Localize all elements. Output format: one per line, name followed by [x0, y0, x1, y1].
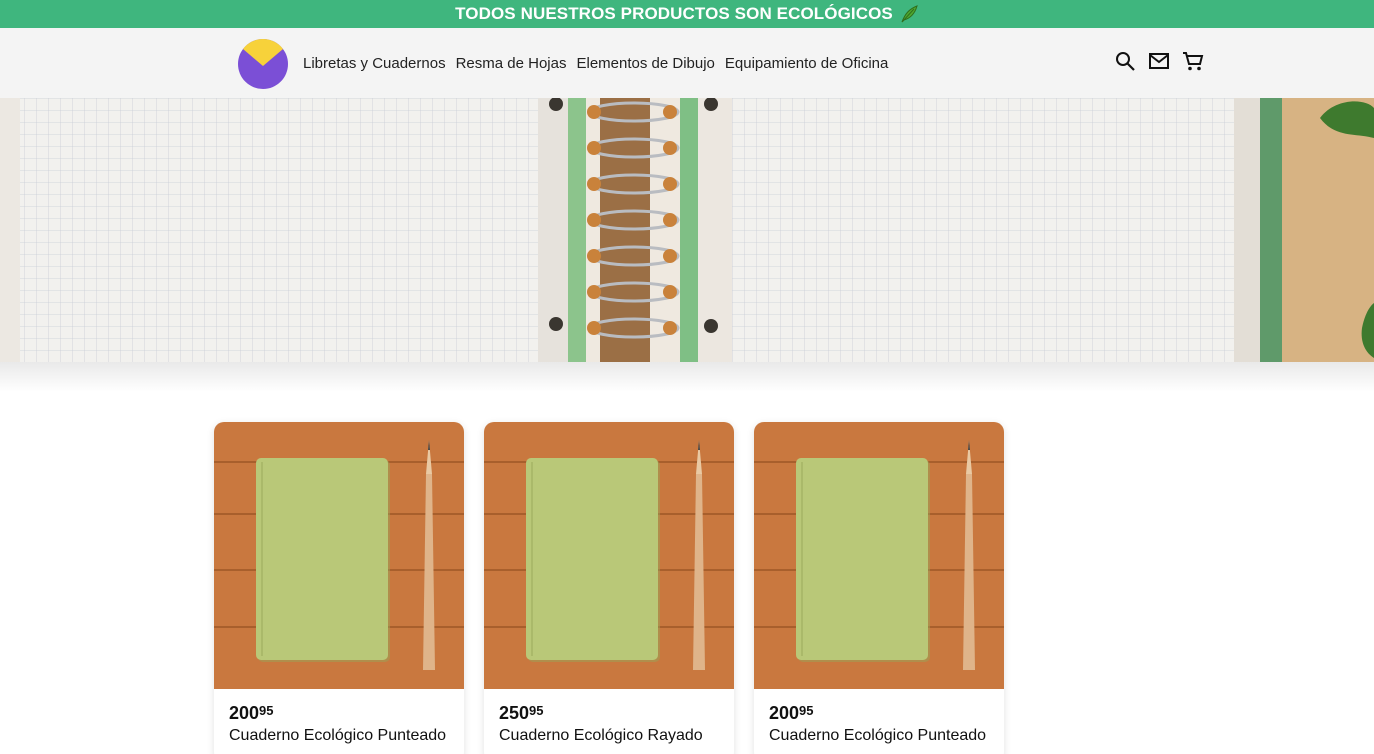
hero-banner-image: [0, 98, 1374, 362]
cart-icon[interactable]: [1182, 50, 1204, 72]
product-image: [754, 422, 1004, 689]
product-name[interactable]: Cuaderno Ecológico Rayado: [499, 727, 719, 745]
header-icons: [1114, 50, 1204, 72]
product-card[interactable]: 25095 Cuaderno Ecológico Rayado: [484, 422, 734, 754]
product-name[interactable]: Cuaderno Ecológico Punteado: [229, 727, 449, 745]
product-card[interactable]: 20095 Cuaderno Ecológico Punteado: [214, 422, 464, 754]
search-icon[interactable]: [1114, 50, 1136, 72]
nav-resma[interactable]: Resma de Hojas: [456, 55, 567, 72]
main-nav: Libretas y Cuadernos Resma de Hojas Elem…: [303, 28, 888, 98]
site-header: Libretas y Cuadernos Resma de Hojas Elem…: [0, 28, 1374, 98]
product-price: 20095: [229, 703, 274, 723]
brand-logo[interactable]: [238, 39, 288, 89]
mail-icon[interactable]: [1148, 50, 1170, 72]
promo-text: TODOS NUESTROS PRODUCTOS SON ECOLÓGICOS: [455, 4, 893, 23]
nav-libretas[interactable]: Libretas y Cuadernos: [303, 55, 446, 72]
nav-oficina[interactable]: Equipamiento de Oficina: [725, 55, 888, 72]
nav-dibujo[interactable]: Elementos de Dibujo: [576, 55, 714, 72]
promo-banner: TODOS NUESTROS PRODUCTOS SON ECOLÓGICOS: [0, 0, 1374, 28]
product-name[interactable]: Cuaderno Ecológico Punteado: [769, 727, 989, 745]
product-price: 25095: [499, 703, 544, 723]
product-grid: 20095 Cuaderno Ecológico Punteado 25095 …: [214, 422, 1004, 754]
product-card[interactable]: 20095 Cuaderno Ecológico Punteado: [754, 422, 1004, 754]
product-image: [484, 422, 734, 689]
product-price: 20095: [769, 703, 814, 723]
leaf-icon: [899, 4, 919, 24]
hero-shadow: [0, 362, 1374, 392]
product-image: [214, 422, 464, 689]
